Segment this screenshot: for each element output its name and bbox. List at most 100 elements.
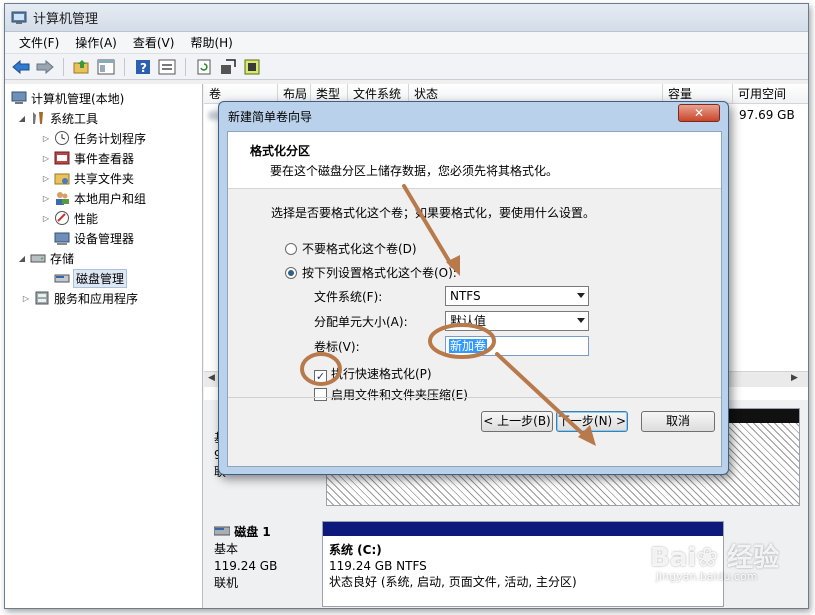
dialog-body: 格式化分区 要在这个磁盘分区上储存数据，您必须先将其格式化。 选择是否要格式化这… [227, 131, 722, 467]
tree-item-storage[interactable]: ◢ 存储 [17, 249, 74, 267]
tree-label: 计算机管理(本地) [31, 91, 125, 106]
filesystem-value: NTFS [450, 289, 481, 303]
volume-label-label: 卷标(V): [314, 340, 360, 354]
window-title: 计算机管理 [33, 12, 99, 27]
allocation-size-label: 分配单元大小(A): [314, 315, 408, 329]
radio-format[interactable]: 按下列设置格式化这个卷(O): [285, 264, 457, 281]
svg-text:?: ? [140, 61, 147, 75]
radio-no-format[interactable]: 不要格式化这个卷(D) [285, 240, 417, 257]
tree-item-performance[interactable]: ▷ 性能 [41, 209, 98, 227]
compression-label: 启用文件和文件夹压缩(E) [331, 388, 468, 402]
quick-format-label: 执行快速格式化(P) [331, 367, 432, 381]
disk-1-info[interactable]: 磁盘 1 基本 119.24 GB 联机 [213, 524, 277, 592]
tree-label: 事件查看器 [74, 151, 135, 166]
services-icon [34, 290, 50, 306]
tree-item-services[interactable]: ▷ 服务和应用程序 [21, 289, 138, 307]
tree-item-disk-management[interactable]: 磁盘管理 [54, 268, 128, 288]
volume-label-input[interactable]: 新加卷 [445, 336, 589, 356]
disk-management-icon [54, 270, 70, 286]
partition-band [323, 522, 723, 536]
help-icon[interactable]: ? [133, 57, 153, 77]
tree-item-root[interactable]: 计算机管理(本地) [11, 89, 124, 107]
dialog-header: 格式化分区 要在这个磁盘分区上储存数据，您必须先将其格式化。 [228, 132, 721, 189]
tree-label: 本地用户和组 [74, 191, 147, 206]
tree-item-local-users[interactable]: ▷ 本地用户和组 [41, 189, 146, 207]
menu-view[interactable]: 查看(V) [125, 34, 183, 51]
volume-free-space: 97.69 GB [739, 108, 795, 122]
col-free-space[interactable]: 可用空间 [733, 84, 808, 104]
device-manager-icon [54, 230, 70, 246]
export-icon[interactable] [218, 57, 238, 77]
collapse-icon[interactable]: ◢ [17, 114, 27, 123]
tree-item-task-scheduler[interactable]: ▷ 任务计划程序 [41, 129, 146, 147]
refresh-icon[interactable] [194, 57, 214, 77]
compression-checkbox[interactable]: 启用文件和文件夹压缩(E) [314, 386, 468, 403]
toolbar-separator [124, 57, 125, 76]
expand-icon[interactable]: ▷ [41, 174, 51, 183]
checkbox-compression[interactable] [314, 388, 327, 401]
expand-icon[interactable]: ▷ [41, 134, 51, 143]
event-viewer-icon [54, 150, 70, 166]
watermark-url: jingyan.baidu.com [656, 570, 758, 583]
disk-settings-icon[interactable] [242, 57, 262, 77]
filesystem-select[interactable]: NTFS [445, 286, 589, 306]
show-hide-tree-icon[interactable] [96, 57, 116, 77]
tree-label: 服务和应用程序 [54, 291, 139, 306]
tree-label: 任务计划程序 [74, 131, 147, 146]
watermark-logo: Bai❀ 经验 [650, 543, 780, 573]
expand-icon[interactable]: ▷ [41, 194, 51, 203]
expand-icon[interactable]: ▷ [21, 294, 31, 303]
menu-help[interactable]: 帮助(H) [182, 34, 240, 51]
users-icon [54, 190, 70, 206]
tree-item-event-viewer[interactable]: ▷ 事件查看器 [41, 149, 134, 167]
radio-format-label: 按下列设置格式化这个卷(O): [302, 266, 457, 280]
disk-1-type: 基本 [214, 542, 239, 556]
collapse-icon[interactable]: ◢ [17, 254, 27, 263]
close-icon[interactable]: ✕ [678, 104, 720, 122]
tree-item-device-manager[interactable]: 设备管理器 [54, 229, 134, 247]
filesystem-label: 文件系统(F): [314, 290, 383, 304]
allocation-size-select[interactable]: 默认值 [445, 311, 589, 331]
radio-button-format[interactable] [285, 267, 297, 279]
up-folder-icon[interactable] [72, 57, 92, 77]
menu-action[interactable]: 操作(A) [67, 34, 125, 51]
toolbar-separator [63, 57, 64, 76]
disk-1-status: 联机 [214, 576, 239, 590]
dialog-header-title: 格式化分区 [250, 144, 311, 158]
tree-item-system-tools[interactable]: ◢ 系统工具 [17, 109, 98, 127]
tree-label: 性能 [74, 211, 99, 226]
expand-icon[interactable]: ▷ [41, 214, 51, 223]
menu-bar: 文件(F) 操作(A) 查看(V) 帮助(H) [5, 32, 808, 54]
radio-button-no-format[interactable] [285, 243, 297, 255]
tree-label: 磁盘管理 [72, 268, 128, 288]
properties-icon[interactable] [157, 57, 177, 77]
disk-1-name: 磁盘 1 [234, 525, 271, 539]
next-button[interactable]: 下一步(N) > [556, 411, 628, 432]
tree-label: 共享文件夹 [74, 171, 135, 186]
dialog-divider [228, 397, 721, 398]
quick-format-checkbox[interactable]: ✓ 执行快速格式化(P) [314, 365, 432, 383]
back-icon[interactable] [11, 57, 31, 77]
scroll-left-icon[interactable]: ◀ [208, 373, 215, 383]
tree-label: 设备管理器 [74, 231, 135, 246]
title-bar: 计算机管理 [5, 4, 808, 32]
tree-item-shared-folders[interactable]: ▷ 共享文件夹 [41, 169, 134, 187]
toolbar: ? [5, 54, 808, 80]
volume-label-value: 新加卷 [449, 339, 488, 353]
computer-icon [11, 90, 27, 106]
shared-folder-icon [54, 170, 70, 186]
performance-icon [54, 210, 70, 226]
disk-icon [213, 525, 231, 539]
toolbar-separator [185, 57, 186, 76]
radio-no-format-label: 不要格式化这个卷(D) [302, 242, 417, 256]
forward-icon[interactable] [35, 57, 55, 77]
scroll-right-icon[interactable]: ▶ [791, 373, 798, 383]
chevron-down-icon [577, 318, 585, 323]
dialog-title: 新建简单卷向导 [228, 109, 313, 124]
expand-icon[interactable]: ▷ [41, 154, 51, 163]
back-button[interactable]: < 上一步(B) [481, 411, 553, 432]
checkbox-quick-format[interactable]: ✓ [314, 370, 327, 383]
cancel-button[interactable]: 取消 [641, 411, 715, 432]
menu-file[interactable]: 文件(F) [11, 34, 67, 51]
allocation-size-value: 默认值 [450, 314, 487, 328]
